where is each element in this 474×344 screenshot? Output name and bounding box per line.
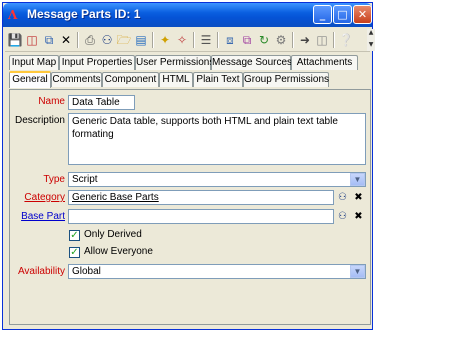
description-label: Description (14, 115, 65, 126)
toolbar-scroll[interactable]: ▲ ▼ (367, 29, 375, 51)
tab-plain-text[interactable]: Plain Text (193, 72, 243, 87)
refresh-icon[interactable]: ↻ (256, 32, 272, 48)
tab-row-2: General Comments Component HTML Plain Te… (9, 71, 363, 88)
checkout-icon[interactable]: ✦ (157, 32, 173, 48)
chevron-down-icon[interactable]: ▼ (350, 265, 365, 278)
tab-component[interactable]: Component (102, 72, 159, 87)
chevron-down-icon[interactable]: ▼ (350, 173, 365, 186)
export-icon[interactable]: ⧉ (239, 32, 255, 48)
allow-everyone-label: Allow Everyone (84, 246, 153, 257)
delete-icon[interactable]: ✕ (58, 32, 74, 48)
tab-input-map[interactable]: Input Map (9, 55, 59, 70)
tab-attachments[interactable]: Attachments (291, 55, 358, 70)
settings-icon[interactable]: ⚙ (273, 32, 289, 48)
tab-html[interactable]: HTML (159, 72, 193, 87)
undo-checkout-icon[interactable]: ✧ (174, 32, 190, 48)
description-field[interactable]: Generic Data table, supports both HTML a… (68, 113, 366, 165)
eraser-icon[interactable]: ◫ (314, 32, 330, 48)
category-label[interactable]: Category (24, 192, 65, 203)
type-select[interactable]: Script ▼ (68, 172, 366, 187)
labels-column: Name Description Type Category Base Part… (10, 90, 65, 326)
save-close-icon[interactable]: ◫ (24, 32, 40, 48)
message-parts-window: Λ Message Parts ID: 1 _ □ ✕ 💾 ◫ ⧉ ✕ ⎙ ⚇ … (2, 2, 375, 330)
scroll-up-icon[interactable]: ▲ (367, 30, 375, 36)
list-icon[interactable]: ☰ (198, 32, 214, 48)
close-button[interactable]: ✕ (353, 5, 372, 24)
only-derived-checkbox[interactable]: ✓ (69, 230, 80, 241)
title-bar[interactable]: Λ Message Parts ID: 1 _ □ ✕ (3, 3, 372, 27)
tab-message-sources[interactable]: Message Sources (211, 55, 292, 70)
tab-general[interactable]: General (9, 71, 51, 88)
category-field[interactable]: Generic Base Parts (68, 190, 334, 205)
tab-row-1: Input Map Input Properties User Permissi… (9, 55, 363, 71)
availability-label: Availability (17, 266, 65, 277)
base-part-browse-icon[interactable]: ⚇ (335, 209, 350, 224)
type-value: Script (72, 174, 98, 185)
help-icon[interactable]: ❔ (338, 32, 354, 48)
toolbar: 💾 ◫ ⧉ ✕ ⎙ ⚇ 🗁 ▤ ✦ ✧ ☰ ⧈ ⧉ ↻ ⚙ ➜ ◫ ❔ (5, 29, 370, 52)
tab-user-permissions[interactable]: User Permissions (135, 55, 214, 70)
scroll-down-icon[interactable]: ▼ (367, 42, 375, 48)
toolbar-separator (77, 32, 79, 48)
tab-input-properties[interactable]: Input Properties (59, 55, 135, 70)
name-field[interactable]: Data Table (68, 95, 135, 110)
print-icon[interactable]: ⎙ (82, 32, 98, 48)
maximize-button[interactable]: □ (333, 5, 352, 24)
base-part-field[interactable] (68, 209, 334, 224)
open-folder-icon[interactable]: 🗁 (116, 32, 132, 48)
layers-icon[interactable]: ⧈ (222, 32, 238, 48)
toolbar-separator (193, 32, 195, 48)
find-icon[interactable]: ⚇ (99, 32, 115, 48)
availability-value: Global (72, 266, 101, 277)
toolbar-separator (152, 32, 154, 48)
type-label: Type (43, 174, 65, 185)
toolbar-separator (292, 32, 294, 48)
arrow-icon[interactable]: ➜ (297, 32, 313, 48)
tab-group-permissions[interactable]: Group Permissions (243, 72, 329, 87)
copy-icon[interactable]: ⧉ (41, 32, 57, 48)
general-panel: Name Description Type Category Base Part… (9, 89, 371, 325)
save-icon[interactable]: 💾 (7, 32, 23, 48)
category-browse-icon[interactable]: ⚇ (335, 190, 350, 205)
minimize-button[interactable]: _ (313, 5, 332, 24)
availability-select[interactable]: Global ▼ (68, 264, 366, 279)
properties-icon[interactable]: ▤ (133, 32, 149, 48)
app-logo-icon: Λ (8, 8, 18, 22)
allow-everyone-checkbox[interactable]: ✓ (69, 247, 80, 258)
base-part-clear-icon[interactable]: ✖ (351, 209, 366, 224)
window-title: Message Parts ID: 1 (27, 7, 141, 21)
category-clear-icon[interactable]: ✖ (351, 190, 366, 205)
name-label: Name (38, 96, 65, 107)
toolbar-separator (217, 32, 219, 48)
only-derived-label: Only Derived (84, 229, 142, 240)
toolbar-separator (333, 32, 335, 48)
tab-comments[interactable]: Comments (51, 72, 102, 87)
base-part-label[interactable]: Base Part (21, 211, 65, 222)
